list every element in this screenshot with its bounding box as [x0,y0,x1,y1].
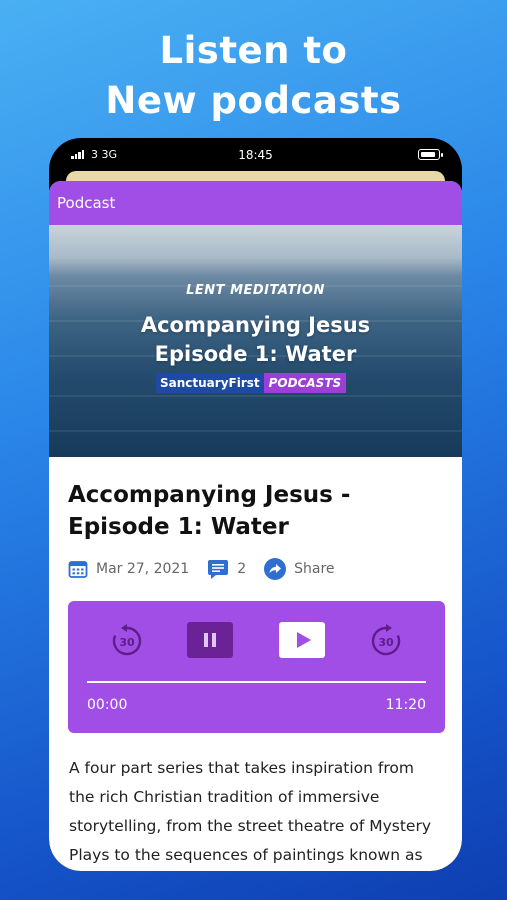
artwork-title-line-1: Acompanying Jesus [140,313,371,337]
current-time: 00:00 [87,697,128,713]
artwork-brand-logo: SanctuaryFirst PODCASTS [156,373,347,393]
share-button[interactable]: Share [264,558,335,580]
episode-meta: Mar 27, 2021 2 Share [68,557,443,581]
episode-description: A four part series that takes inspiratio… [69,759,432,864]
episode-artwork: LENT MEDITATION Acompanying Jesus Episod… [49,225,462,457]
progress-bar[interactable] [87,681,426,683]
skip-forward-30-icon[interactable]: 30 [368,623,404,659]
episode-content: Accompanying Jesus - Episode 1: Water Ma… [49,479,462,870]
podcast-screen: Podcast LENT MEDITATION Acompanying Jesu… [49,181,462,871]
comments-link[interactable]: 2 [207,558,246,580]
episode-date-label: Mar 27, 2021 [96,561,190,577]
episode-title: Accompanying Jesus - Episode 1: Water [68,482,351,540]
brand-podcasts: PODCASTS [263,373,347,393]
promo-headline: Listen to New podcasts [0,26,507,126]
battery-icon [418,149,443,160]
share-label: Share [294,561,335,577]
app-bar-title: Podcast [57,194,116,212]
duration: 11:20 [385,697,426,713]
comment-count: 2 [237,561,247,577]
comment-icon [208,560,229,579]
skip-back-seconds: 30 [119,636,135,649]
pause-button[interactable] [187,622,233,658]
promo-line-2: New podcasts [105,79,402,122]
status-time: 18:45 [238,148,273,162]
calendar-icon [68,561,88,578]
skip-back-30-icon[interactable]: 30 [109,623,145,659]
app-bar: Podcast [49,181,462,225]
play-button[interactable] [279,622,325,658]
episode-date: Mar 27, 2021 [68,559,189,579]
phone-frame: 3 3G 18:45 Podcast LENT MEDITATION Acomp… [49,138,462,871]
audio-player: 30 30 00:00 11:20 [68,601,445,733]
share-icon [264,558,287,580]
status-bar: 3 3G 18:45 [49,138,462,172]
skip-forward-seconds: 30 [378,636,394,649]
artwork-title: Acompanying Jesus Episode 1: Water [49,311,462,369]
brand-sanctuaryfirst: SanctuaryFirst [156,373,264,393]
artwork-kicker: LENT MEDITATION [186,283,325,298]
artwork-title-line-2: Episode 1: Water [154,342,357,366]
promo-line-1: Listen to [159,29,348,72]
